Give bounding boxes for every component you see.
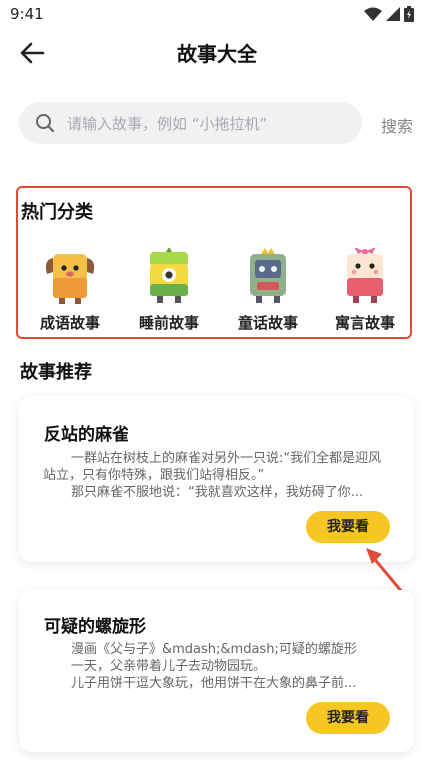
read-story-button[interactable]: 我要看 [306,511,390,543]
battery-icon [404,6,414,22]
search-icon [36,114,55,133]
category-idiom-stories[interactable]: 成语故事 [25,248,115,338]
story-recommend-title: 故事推荐 [20,362,92,383]
story-card[interactable]: 可疑的螺旋形 漫画《父与子》&mdash;&mdash;可疑的螺旋形 一天，父亲… [19,590,414,752]
story-excerpt-line: 一群站在树枝上的麻雀对另外一只说:“我们全都是迎风站立，只有你特殊，跟我们站得相… [43,451,382,483]
read-story-button[interactable]: 我要看 [306,702,390,734]
story-title: 可疑的螺旋形 [44,617,146,637]
story-excerpt-line: 那只麻雀不服地说：“我就喜欢这样，我妨碍了你... [71,485,364,500]
header: 故事大全 [0,30,434,76]
story-excerpt: 一群站在树枝上的麻雀对另外一只说:“我们全都是迎风站立，只有你特殊，跟我们站得相… [43,450,388,501]
hot-categories-section: 热门分类 成语故事 睡前故事 童话故事 寓言故事 [16,186,412,339]
dog-mascot-icon [45,254,95,304]
search-button[interactable]: 搜索 [381,113,413,137]
signal-icon [386,7,400,21]
wifi-icon [364,7,382,21]
robot-mascot-icon [250,248,286,303]
category-label: 成语故事 [39,314,100,332]
story-excerpt-line: 漫画《父与子》&mdash;&mdash;可疑的螺旋形 [71,642,357,657]
hot-categories-title: 热门分类 [21,202,93,223]
search-box [19,102,362,146]
bunny-mascot-icon [347,248,383,303]
story-excerpt-line: 儿子用饼干逗大象玩，他用饼干在大象的鼻子前... [71,676,357,691]
story-card[interactable]: 反站的麻雀 一群站在树枝上的麻雀对另外一只说:“我们全都是迎风站立，只有你特殊，… [19,396,414,562]
story-title: 反站的麻雀 [44,425,129,445]
cyclops-mascot-icon [150,248,188,303]
category-fable-stories[interactable]: 寓言故事 [320,248,410,338]
category-bedtime-stories[interactable]: 睡前故事 [124,248,214,338]
search-bar: 搜索 [19,102,419,146]
search-input[interactable] [65,102,354,146]
category-fairy-tales[interactable]: 童话故事 [223,248,313,338]
status-time: 9:41 [10,5,44,23]
status-bar: 9:41 [0,0,434,30]
category-label: 童话故事 [237,314,298,332]
story-excerpt-line: 一天，父亲带着儿子去动物园玩。 [71,659,267,674]
pointer-arrow-icon [366,548,404,594]
category-label: 睡前故事 [138,314,199,332]
story-excerpt: 漫画《父与子》&mdash;&mdash;可疑的螺旋形 一天，父亲带着儿子去动物… [43,641,388,692]
page-title: 故事大全 [177,42,257,66]
status-icons [364,6,414,22]
category-label: 寓言故事 [334,314,395,332]
